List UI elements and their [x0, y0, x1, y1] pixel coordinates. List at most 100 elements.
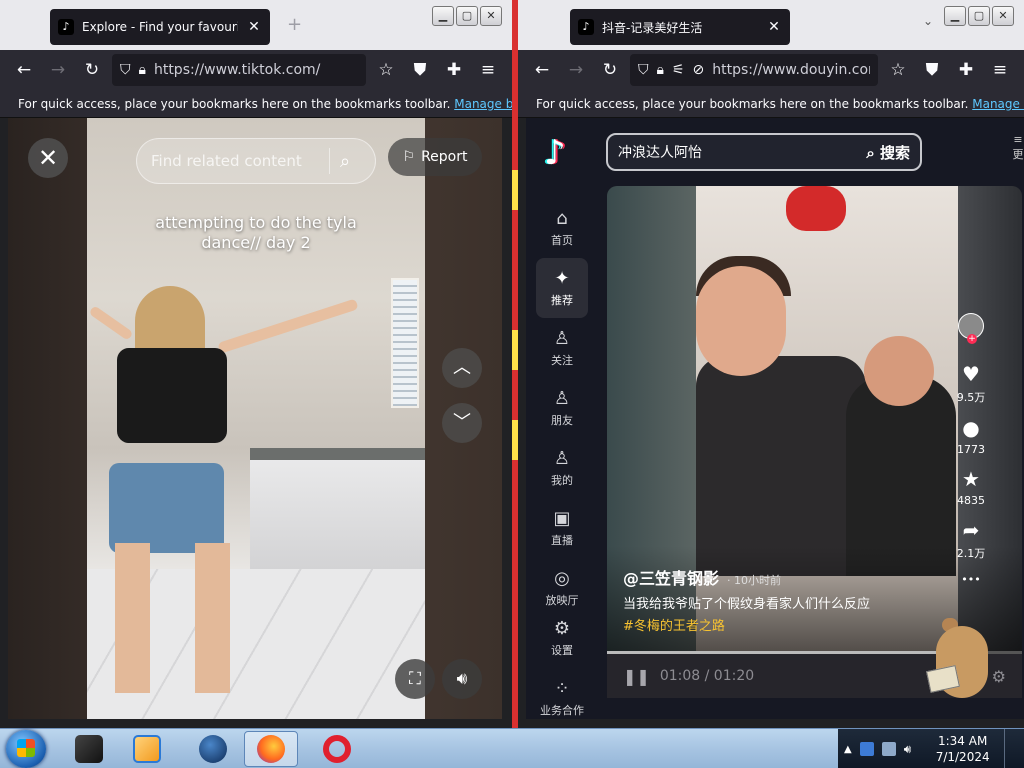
tray-clock[interactable]: 1:34 AM 7/1/2024: [936, 733, 990, 765]
menu-hamburger-icon[interactable]: ≡: [474, 56, 502, 84]
search-icon[interactable]: ⌕: [340, 151, 350, 172]
hashtag-link[interactable]: #冬梅的王者之路: [623, 615, 725, 634]
report-button[interactable]: ⚐ Report: [388, 138, 482, 176]
pocket-icon[interactable]: ⛊: [918, 56, 946, 84]
sidebar-item-settings[interactable]: ⚙ 设置: [536, 618, 588, 658]
douyin-search-box[interactable]: ⌕ 搜索: [606, 133, 922, 171]
title-bar: ♪ Explore - Find your favourite videos o…: [0, 0, 512, 50]
minimize-button[interactable]: ▁: [432, 6, 454, 26]
taskbar-app-terminal[interactable]: [62, 731, 116, 767]
shield-icon[interactable]: ⛉: [638, 62, 649, 78]
menu-hamburger-icon[interactable]: ≡: [986, 56, 1014, 84]
close-video-button[interactable]: ✕: [28, 138, 68, 178]
taskbar-app-globe[interactable]: [186, 731, 240, 767]
tab-close-icon[interactable]: ✕: [246, 19, 262, 35]
manage-bookmarks-link[interactable]: Manage bookmarks: [454, 97, 512, 111]
favorite-button[interactable]: ★ 4835: [957, 466, 985, 507]
manage-bookmarks-link[interactable]: Manage bookmarks: [972, 97, 1024, 111]
friends-icon: ♙: [553, 387, 571, 409]
close-window-button[interactable]: ✕: [480, 6, 502, 26]
previous-video-button[interactable]: ︿: [442, 348, 482, 388]
more-dots-icon: •••: [961, 573, 981, 586]
follow-user-icon: ♙: [553, 327, 571, 349]
back-button[interactable]: ←: [528, 56, 556, 84]
display-tray-icon[interactable]: [881, 742, 896, 756]
tab-close-icon[interactable]: ✕: [766, 19, 782, 35]
sidebar-item-mine[interactable]: ♙ 我的: [536, 438, 588, 498]
url-text[interactable]: https://www.douyin.com/: [712, 62, 870, 78]
share-button[interactable]: ➦ 2.1万: [957, 517, 986, 561]
browser-tab-tiktok[interactable]: ♪ Explore - Find your favourite videos o…: [50, 9, 270, 45]
title-bar: ♪ 抖音-记录美好生活 ✕ ⌄ ▁ ▢ ✕: [518, 0, 1024, 50]
hamster-sticker: [918, 616, 998, 716]
network-tray-icon[interactable]: [859, 742, 874, 756]
sidebar-item-home[interactable]: ⌂ 首页: [536, 198, 588, 258]
volume-tray-icon[interactable]: 🔊︎: [904, 742, 918, 756]
flag-icon: ⚐: [402, 149, 416, 165]
report-label: Report: [421, 149, 468, 165]
sidebar-item-business[interactable]: ⁘ 业务合作: [536, 668, 588, 728]
more-menu-icon: ≡: [1013, 133, 1023, 146]
system-tray: ▲ 🔊︎ 1:34 AM 7/1/2024: [838, 729, 1024, 768]
taskbar-app-media-player[interactable]: [120, 731, 174, 767]
tab-title: 抖音-记录美好生活: [602, 20, 703, 35]
next-video-button[interactable]: ﹀: [442, 403, 482, 443]
opera-icon: [323, 735, 351, 763]
extensions-puzzle-icon[interactable]: ✚: [952, 56, 980, 84]
douyin-search-button[interactable]: ⌕ 搜索: [866, 142, 910, 163]
url-text[interactable]: https://www.tiktok.com/: [154, 62, 358, 78]
maximize-button[interactable]: ▢: [456, 6, 478, 26]
related-search-box[interactable]: ⌕: [136, 138, 376, 184]
taskbar-app-firefox[interactable]: [244, 731, 298, 767]
reload-button[interactable]: ↻: [78, 56, 106, 84]
list-tabs-chevron-icon[interactable]: ⌄: [923, 14, 933, 28]
forward-button[interactable]: →: [562, 56, 590, 84]
like-button[interactable]: ♥ 9.5万: [957, 361, 986, 405]
taskbar-app-opera[interactable]: [310, 731, 364, 767]
sidebar-item-friends[interactable]: ♙ 朋友: [536, 378, 588, 438]
back-button[interactable]: ←: [10, 56, 38, 84]
extensions-puzzle-icon[interactable]: ✚: [440, 56, 468, 84]
url-bar[interactable]: ⛉ 🔒︎ ⚟ ⊘ https://www.douyin.com/: [630, 54, 878, 86]
tiktok-video[interactable]: [87, 118, 425, 719]
forward-button[interactable]: →: [44, 56, 72, 84]
bookmark-star-icon[interactable]: ☆: [372, 56, 400, 84]
show-desktop-button[interactable]: [1004, 729, 1018, 768]
sidebar-item-cinema[interactable]: ◎ 放映厅: [536, 558, 588, 618]
reload-button[interactable]: ↻: [596, 56, 624, 84]
shield-icon[interactable]: ⛉: [120, 62, 131, 78]
lock-warning-icon[interactable]: 🔒︎: [657, 62, 664, 78]
pause-icon[interactable]: ❚❚: [623, 667, 650, 686]
more-menu[interactable]: ≡ 更: [1012, 133, 1024, 162]
start-button[interactable]: [6, 730, 46, 768]
douyin-search-input[interactable]: [618, 144, 867, 160]
show-hidden-icons-icon[interactable]: ▲: [844, 744, 852, 755]
url-bar[interactable]: ⛉ 🔒︎ https://www.tiktok.com/: [112, 54, 366, 86]
caption-line: attempting to do the tyla: [155, 213, 357, 232]
volume-icon[interactable]: 🔊︎: [442, 659, 482, 699]
new-tab-plus-icon[interactable]: +: [287, 14, 302, 35]
comment-button[interactable]: ● 1773: [957, 415, 985, 456]
author-avatar[interactable]: [958, 313, 984, 344]
tiktok-page: ✕ ⌕ ⚐ Report attempting to do the tyla d…: [0, 118, 512, 728]
author-name-link[interactable]: @三笠青钢影: [623, 565, 719, 589]
lock-icon[interactable]: 🔒︎: [139, 62, 146, 78]
more-options-button[interactable]: •••: [961, 571, 980, 586]
sidebar-item-label: 关注: [551, 353, 573, 367]
autoplay-blocked-icon[interactable]: ⊘: [693, 62, 705, 78]
related-search-input[interactable]: [151, 152, 319, 170]
window-controls: ▁ ▢ ✕: [432, 6, 502, 26]
browser-tab-douyin[interactable]: ♪ 抖音-记录美好生活 ✕: [570, 9, 790, 45]
douyin-logo-icon[interactable]: ♪: [544, 133, 578, 173]
sidebar-item-recommend[interactable]: ✦ 推荐: [536, 258, 588, 318]
more-menu-label: 更: [1012, 148, 1024, 161]
pocket-icon[interactable]: ⛊: [406, 56, 434, 84]
close-window-button[interactable]: ✕: [992, 6, 1014, 26]
floating-player-icon[interactable]: ⛶: [395, 659, 435, 699]
bookmark-star-icon[interactable]: ☆: [884, 56, 912, 84]
minimize-button[interactable]: ▁: [944, 6, 966, 26]
permissions-icon[interactable]: ⚟: [672, 62, 685, 78]
sidebar-item-following[interactable]: ♙ 关注: [536, 318, 588, 378]
sidebar-item-live[interactable]: ▣ 直播: [536, 498, 588, 558]
maximize-button[interactable]: ▢: [968, 6, 990, 26]
